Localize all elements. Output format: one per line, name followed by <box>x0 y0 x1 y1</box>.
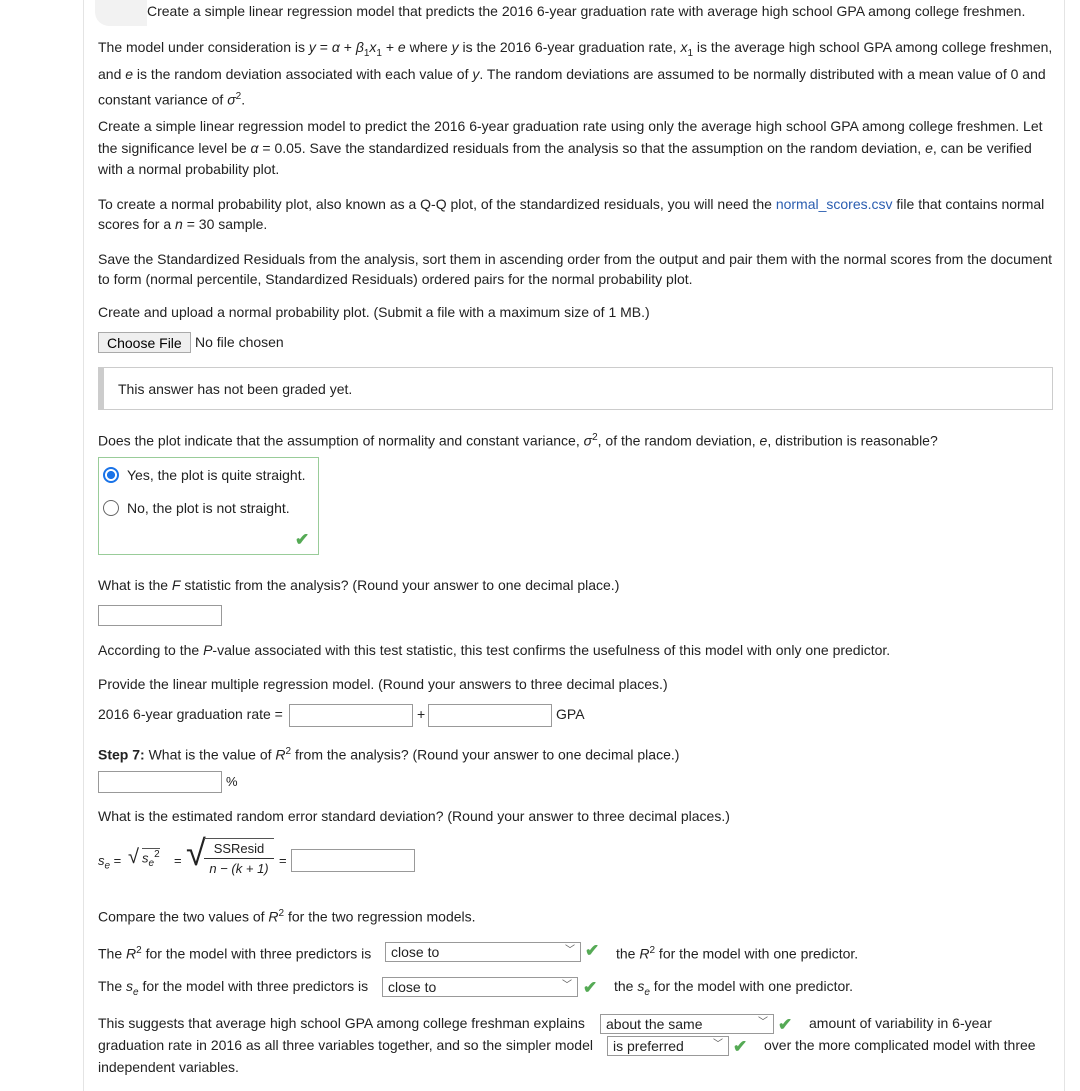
chevron-down-icon: ﹀ <box>565 945 575 956</box>
suggest-line2-tail: over the more complicated model with thr… <box>764 1037 1036 1053</box>
instructions-paragraph: Create a simple linear regression model … <box>98 118 1043 177</box>
se-compare-tail: the se for the model with one predictor. <box>614 978 854 998</box>
question-header: Create a simple linear regression model … <box>147 3 1026 19</box>
se-question: What is the estimated random error stand… <box>98 808 730 824</box>
compare-title: Compare the two values of R2 for the two… <box>98 908 476 925</box>
normality-question: Does the plot indicate that the assumpti… <box>98 432 938 449</box>
residuals-paragraph: Save the Standardized Residuals from the… <box>98 251 1053 287</box>
numerator: SSResid <box>204 839 274 859</box>
percent-unit: % <box>226 774 238 789</box>
option-yes[interactable]: Yes, the plot is quite straight. <box>103 467 305 483</box>
suggest-line2: graduation rate in 2016 as all three var… <box>98 1037 593 1053</box>
file-status: No file chosen <box>195 334 284 350</box>
pvalue-paragraph: According to the P-value associated with… <box>98 642 891 658</box>
grading-status: This answer has not been graded yet. <box>98 367 1053 410</box>
denominator: n − (k + 1) <box>209 861 269 876</box>
chevron-down-icon: ﹀ <box>713 1039 723 1050</box>
model-question: Provide the linear multiple regression m… <box>98 676 668 692</box>
choose-file-button[interactable]: Choose File <box>98 332 191 353</box>
upload-instruction: Create and upload a normal probability p… <box>98 304 650 320</box>
check-icon: ✔ <box>778 1015 793 1034</box>
gpa-label: GPA <box>556 706 585 722</box>
radio-unselected[interactable] <box>103 500 119 516</box>
normal-scores-link[interactable]: normal_scores.csv <box>776 196 893 212</box>
r2-compare-text: The R2 for the model with three predicto… <box>98 945 372 962</box>
check-icon: ✔ <box>733 1037 748 1056</box>
se-compare-text: The se for the model with three predicto… <box>98 978 369 998</box>
slope-input[interactable] <box>428 704 552 727</box>
option-label: Yes, the plot is quite straight. <box>127 467 306 483</box>
f-statistic-input[interactable] <box>98 605 222 626</box>
option-no[interactable]: No, the plot is not straight. <box>103 500 290 516</box>
intercept-input[interactable] <box>289 704 413 727</box>
model-lhs: 2016 6-year graduation rate = <box>98 706 283 722</box>
option-label: No, the plot is not straight. <box>127 500 290 516</box>
preference-select[interactable]: is preferred ﹀ <box>607 1036 729 1056</box>
check-icon: ✔ <box>295 530 310 549</box>
r2-compare-tail: the R2 for the model with one predictor. <box>616 945 859 962</box>
suggest-line3: independent variables. <box>98 1059 239 1075</box>
chevron-down-icon: ﹀ <box>562 980 572 991</box>
r2-question: Step 7: What is the value of R2 from the… <box>98 746 680 763</box>
r2-input[interactable] <box>98 771 222 793</box>
suggest-line1-tail: amount of variability in 6-year <box>809 1015 992 1031</box>
check-icon: ✔ <box>585 941 600 960</box>
f-question: What is the F statistic from the analysi… <box>98 577 620 593</box>
se-input[interactable] <box>291 849 415 872</box>
model-paragraph: The model under consideration is y = α +… <box>98 39 1053 108</box>
chevron-down-icon: ﹀ <box>758 1017 768 1028</box>
variability-select[interactable]: about the same ﹀ <box>600 1014 774 1034</box>
plus-sign: + <box>417 706 426 722</box>
qq-paragraph: To create a normal probability plot, als… <box>98 196 1045 232</box>
suggest-line1: This suggests that average high school G… <box>98 1015 585 1031</box>
r2-compare-select[interactable]: close to ﹀ <box>385 942 581 962</box>
radio-selected[interactable] <box>103 467 119 483</box>
check-icon: ✔ <box>583 978 598 997</box>
se-compare-select[interactable]: close to ﹀ <box>382 977 578 997</box>
normality-options: Yes, the plot is quite straight. No, the… <box>98 457 319 555</box>
header-tab <box>95 0 147 26</box>
